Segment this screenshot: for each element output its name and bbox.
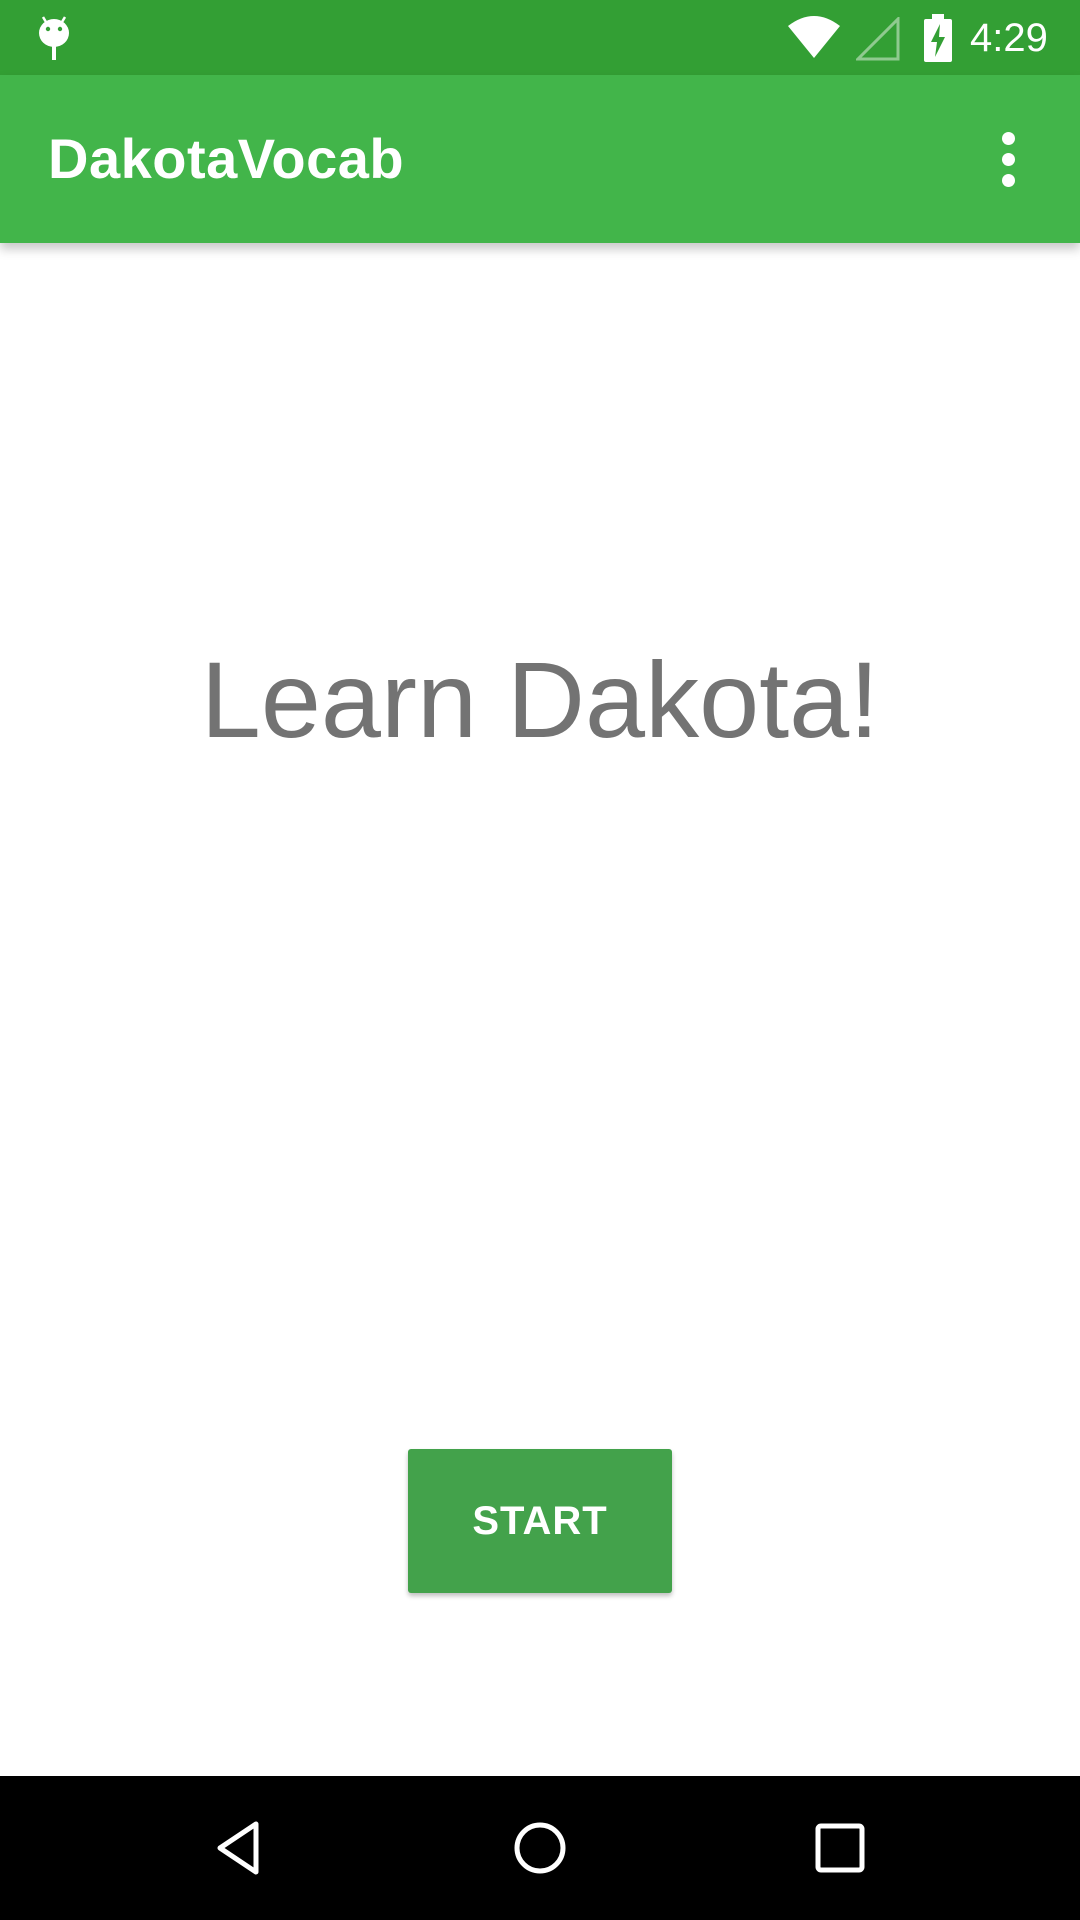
wifi-icon [788, 16, 840, 58]
home-icon [514, 1822, 566, 1874]
app-bar: DakotaVocab [0, 75, 1080, 243]
headline-text: Learn Dakota! [200, 639, 880, 760]
battery-charging-icon [924, 14, 952, 62]
back-icon [217, 1821, 259, 1875]
status-clock: 4:29 [970, 16, 1048, 60]
more-options-button[interactable] [980, 119, 1036, 199]
status-bar: 4:29 [0, 0, 1080, 75]
more-vert-icon [1001, 128, 1015, 191]
screen: 4:29 DakotaVocab Learn Dakota! START [0, 0, 1080, 1920]
back-button[interactable] [190, 1798, 290, 1898]
android-debug-icon [39, 16, 69, 60]
cell-signal-icon [856, 17, 900, 61]
app-title: DakotaVocab [48, 127, 405, 190]
start-button[interactable]: START [408, 1449, 672, 1593]
home-button[interactable] [490, 1798, 590, 1898]
navigation-bar [0, 1776, 1080, 1920]
recents-icon [815, 1823, 865, 1873]
recents-button[interactable] [790, 1798, 890, 1898]
